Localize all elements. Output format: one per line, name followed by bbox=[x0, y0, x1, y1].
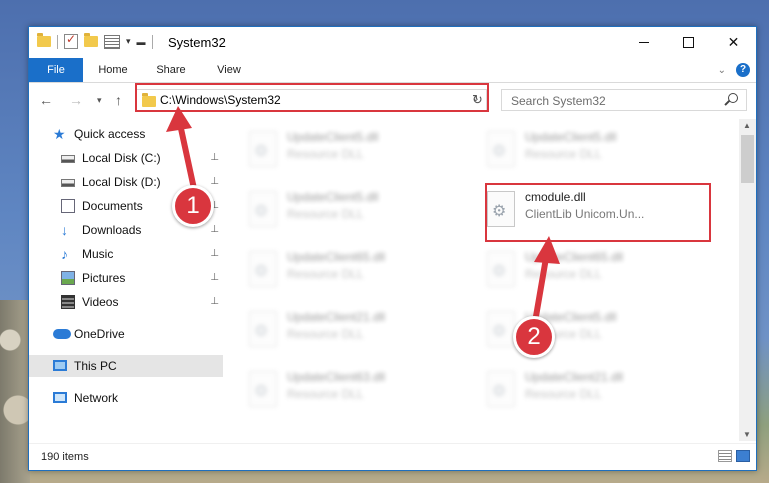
step-1-badge: 1 bbox=[172, 185, 214, 227]
annotation-arrows bbox=[166, 106, 560, 331]
arrow-2 bbox=[531, 236, 560, 331]
step-2-badge: 2 bbox=[513, 316, 555, 358]
